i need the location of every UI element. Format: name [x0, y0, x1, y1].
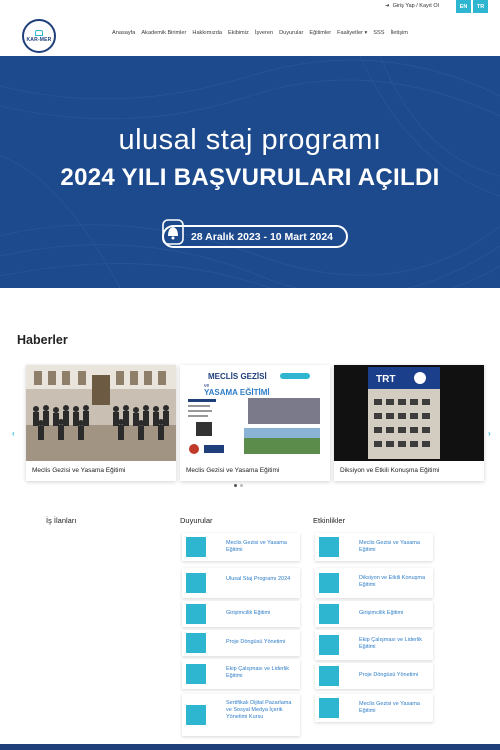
- nav-item-iletisim[interactable]: İletişim: [391, 30, 408, 36]
- poster-subtitle: YASAMA EĞİTİMİ: [204, 388, 270, 397]
- trt-logo-text: TRT: [376, 374, 395, 385]
- footer-strip: [0, 744, 500, 750]
- carousel-indicators: [234, 484, 243, 487]
- news-heading: Haberler: [17, 333, 68, 347]
- news-card-image: [26, 365, 176, 461]
- announcement-title: Girişimcilik Eğitimi: [226, 610, 271, 616]
- date-badge: [319, 666, 339, 686]
- nav-item-ekibimiz[interactable]: Ekibimiz: [228, 30, 249, 36]
- announcement-title: Ulusal Staj Programı 2024: [226, 576, 291, 582]
- announcement-title: Sertifikalı Dijital Pazarlama ve Sosyal …: [226, 700, 292, 720]
- logo-emblem-icon: [35, 29, 43, 36]
- news-card-caption: Meclis Gezisi ve Yasama Eğitimi: [32, 467, 126, 474]
- announcement-title: Proje Döngüsü Yönetimi: [226, 639, 286, 645]
- announcement-title: Meclis Gezisi ve Yasama Eğitimi: [226, 540, 287, 553]
- lang-en-button[interactable]: EN: [456, 0, 471, 13]
- event-title: Meclis Gezisi ve Yasama Eğitimi: [359, 540, 420, 553]
- news-card-caption: Meclis Gezisi ve Yasama Eğitimi: [186, 467, 280, 474]
- event-item[interactable]: Meclis Gezisi ve Yasama Eğitimi: [315, 694, 433, 722]
- date-badge: [186, 705, 206, 725]
- announcement-item[interactable]: Sertifikalı Dijital Pazarlama ve Sosyal …: [182, 694, 300, 736]
- page: ➜ Giriş Yap / Kayıt Ol EN TR KAR-MER Ana…: [0, 0, 500, 750]
- nav-item-hakkimizda[interactable]: Hakkımızda: [192, 30, 222, 36]
- event-title: Meclis Gezisi ve Yasama Eğitimi: [359, 701, 420, 714]
- announcements-heading: Duyurular: [180, 516, 213, 525]
- carousel-dot[interactable]: [240, 484, 243, 487]
- jobs-heading: İş İlanları: [46, 516, 77, 525]
- date-badge: [319, 573, 339, 593]
- event-title: Ekip Çalışması ve Liderlik Eğitimi: [359, 637, 422, 650]
- announcement-item[interactable]: Girişimcilik Eğitimi: [182, 601, 300, 627]
- news-card[interactable]: MECLİS GEZİSİ ve YASAMA EĞİTİMİ Meclis G…: [180, 365, 330, 481]
- event-item[interactable]: Ekip Çalışması ve Liderlik Eğitimi: [315, 630, 433, 660]
- date-badge: [186, 633, 206, 653]
- banner-subtitle: 2024 YILI BAŞVURULARI AÇILDI: [60, 164, 440, 191]
- banner-title: ulusal staj programı: [118, 124, 382, 156]
- news-card[interactable]: Meclis Gezisi ve Yasama Eğitimi: [26, 365, 176, 481]
- login-link[interactable]: ➜ Giriş Yap / Kayıt Ol: [385, 3, 439, 9]
- nav-item-sss[interactable]: SSS: [373, 30, 384, 36]
- date-badge: [319, 635, 339, 655]
- events-heading: Etkinlikler: [313, 516, 346, 525]
- date-badge: [186, 604, 206, 624]
- event-title: Girişimcilik Eğitimi: [359, 610, 404, 616]
- top-bar: ➜ Giriş Yap / Kayıt Ol EN TR: [0, 0, 500, 14]
- site-header: KAR-MER Anasayfa Akademik Birimler Hakkı…: [0, 14, 500, 56]
- nav-item-duyurular[interactable]: Duyurular: [279, 30, 303, 36]
- carousel-dot[interactable]: [234, 484, 237, 487]
- site-logo[interactable]: KAR-MER: [22, 19, 56, 53]
- date-badge: [186, 573, 206, 593]
- event-title: Proje Döngüsü Yönetimi: [359, 672, 419, 678]
- announcement-item[interactable]: Ekip Çalışması ve Liderlik Eğitimi: [182, 659, 300, 689]
- nav-item-anasayfa[interactable]: Anasayfa: [112, 30, 135, 36]
- event-item[interactable]: Diksiyon ve Etkili Konuşma Eğitimi: [315, 568, 433, 598]
- hero-banner[interactable]: ulusal staj programı 2024 YILI BAŞVURULA…: [0, 56, 500, 288]
- announcement-item[interactable]: Meclis Gezisi ve Yasama Eğitimi: [182, 533, 300, 561]
- date-badge: [319, 604, 339, 624]
- news-card-image: TRT: [334, 365, 484, 461]
- event-item[interactable]: Meclis Gezisi ve Yasama Eğitimi: [315, 533, 433, 561]
- carousel-prev-icon[interactable]: ‹: [12, 429, 15, 438]
- date-badge: [186, 537, 206, 557]
- poster-title: MECLİS GEZİSİ: [208, 372, 267, 381]
- logo-text: KAR-MER: [26, 36, 52, 43]
- login-icon: ➜: [385, 3, 390, 9]
- date-badge: [319, 537, 339, 557]
- nav-item-faaliyetler[interactable]: Faaliyetler ▾: [337, 30, 367, 36]
- lang-tr-button[interactable]: TR: [473, 0, 488, 13]
- news-card-poster: MECLİS GEZİSİ ve YASAMA EĞİTİMİ: [180, 365, 330, 461]
- main-nav: Anasayfa Akademik Birimler Hakkımızda Ek…: [112, 30, 408, 36]
- announcement-title: Ekip Çalışması ve Liderlik Eğitimi: [226, 666, 289, 679]
- login-label: Giriş Yap / Kayıt Ol: [392, 3, 439, 9]
- announcement-item[interactable]: Ulusal Staj Programı 2024: [182, 568, 300, 598]
- carousel-next-icon[interactable]: ›: [488, 429, 491, 438]
- event-item[interactable]: Proje Döngüsü Yönetimi: [315, 663, 433, 689]
- event-item[interactable]: Girişimcilik Eğitimi: [315, 601, 433, 627]
- news-card-caption: Diksiyon ve Etkili Konuşma Eğitimi: [340, 467, 440, 474]
- news-card[interactable]: TRT Diksiyon ve Etkili Konuşma Eğitimi: [334, 365, 484, 481]
- nav-item-isveren[interactable]: İşveren: [255, 30, 273, 36]
- banner-date: 28 Aralık 2023 - 10 Mart 2024: [162, 225, 348, 248]
- date-badge: [186, 664, 206, 684]
- nav-item-egitimler[interactable]: Eğitimler: [309, 30, 331, 36]
- announcement-item[interactable]: Proje Döngüsü Yönetimi: [182, 630, 300, 656]
- event-title: Diksiyon ve Etkili Konuşma Eğitimi: [359, 575, 426, 588]
- nav-item-akademik-birimler[interactable]: Akademik Birimler: [141, 30, 186, 36]
- date-badge: [319, 698, 339, 718]
